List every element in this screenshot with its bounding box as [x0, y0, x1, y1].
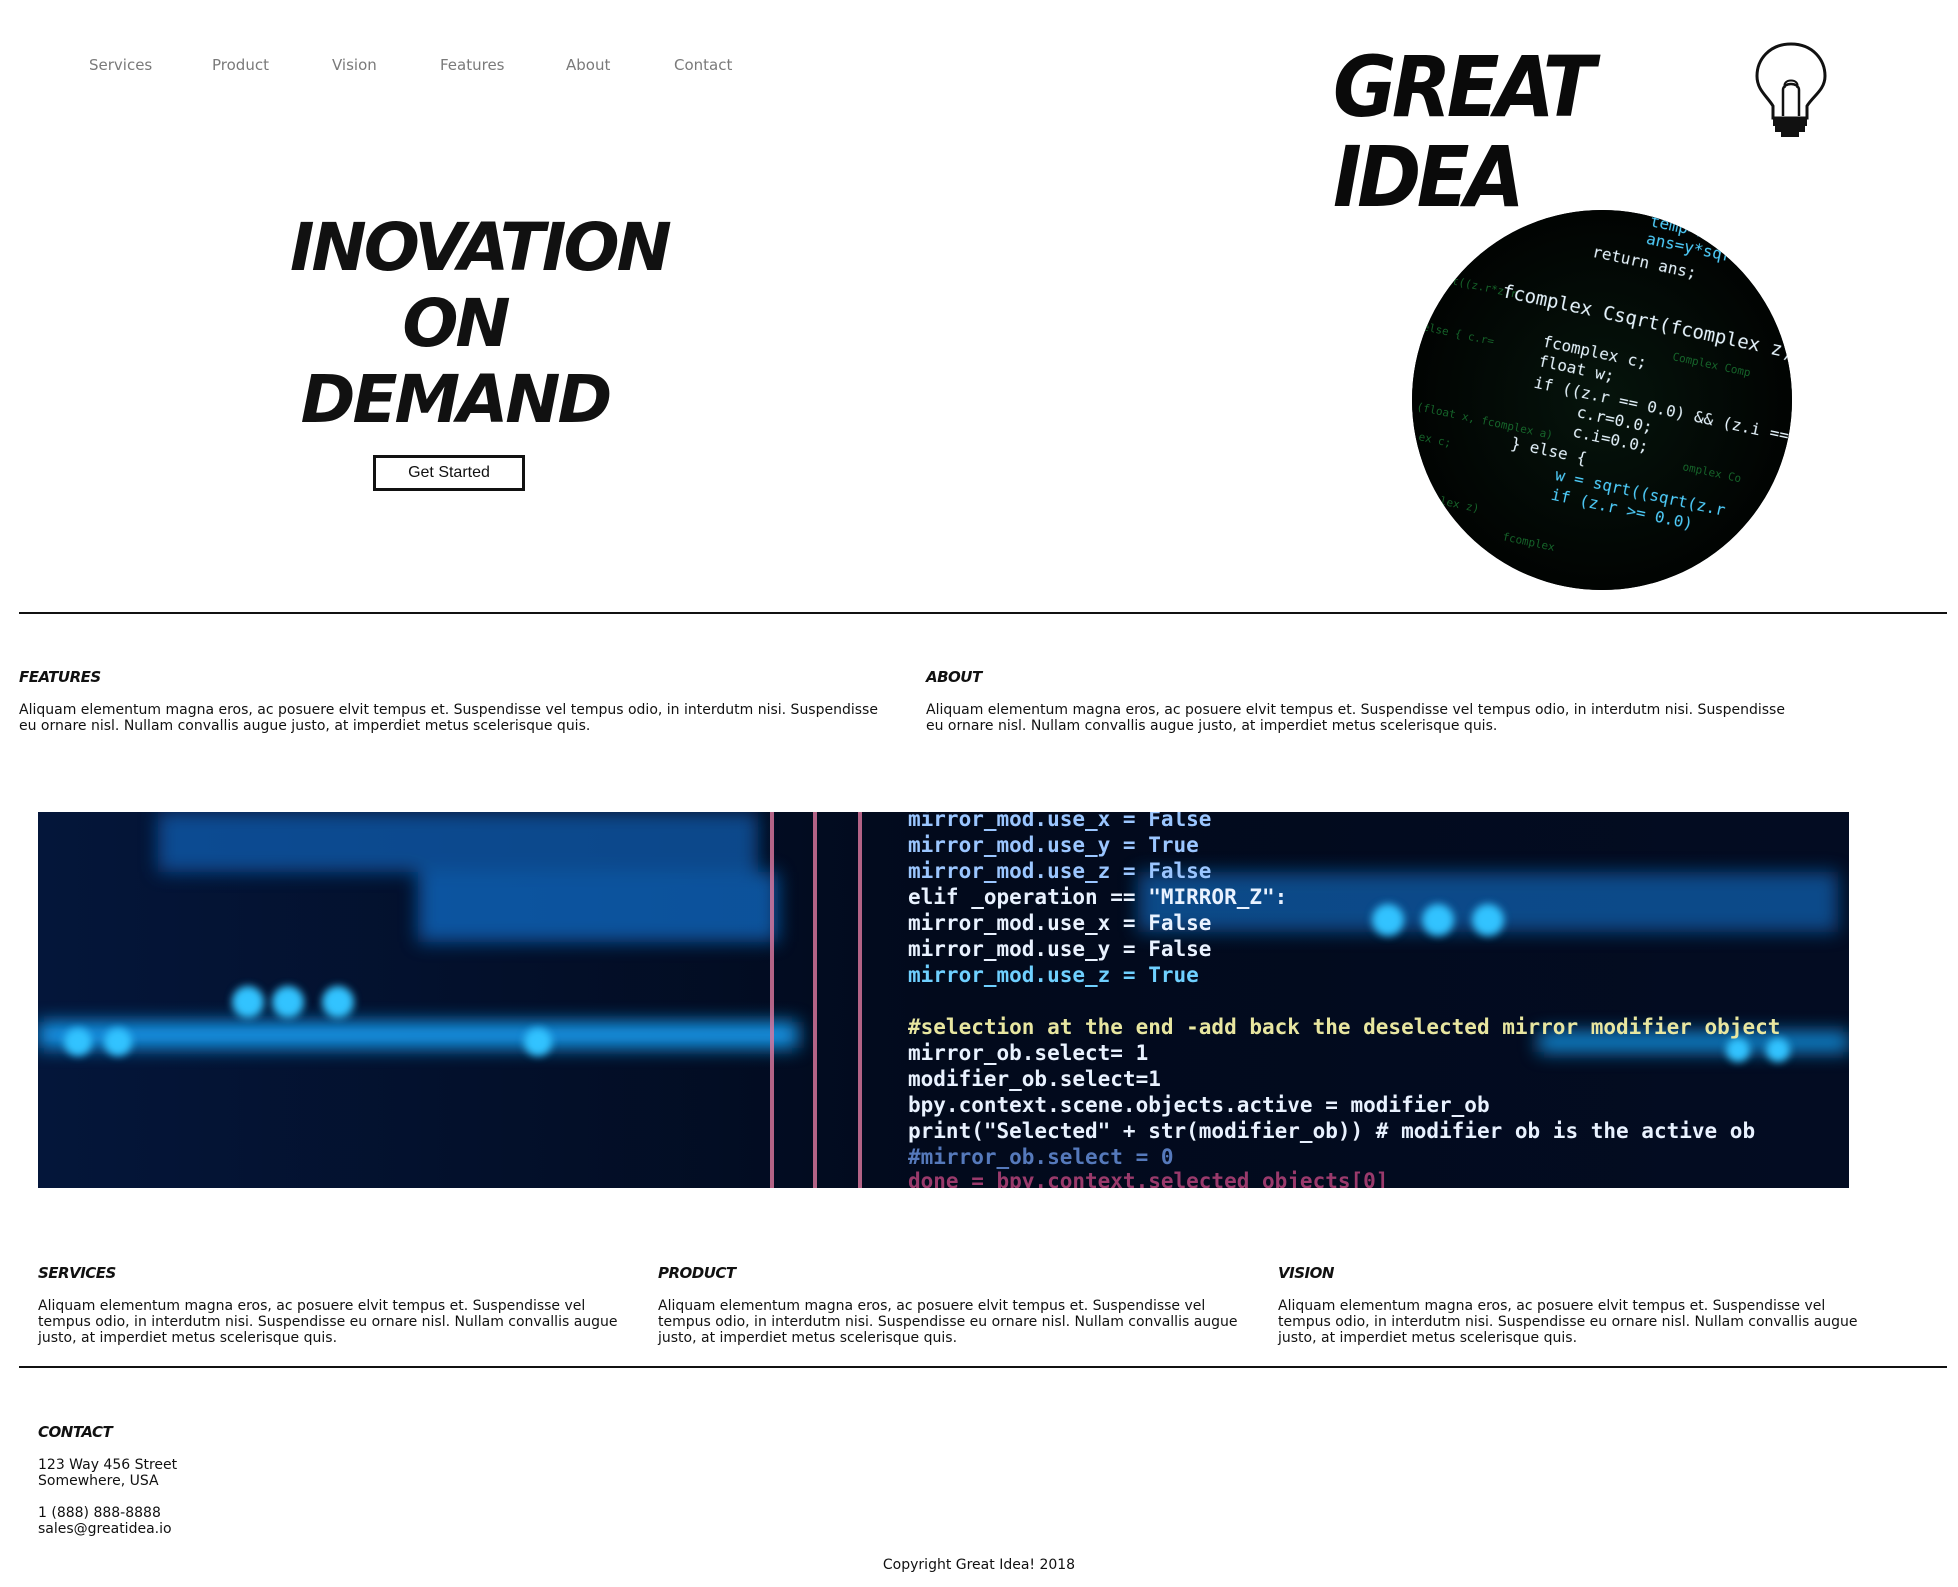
banner-code-line-1: mirror_mod.use_x = False: [908, 812, 1211, 831]
hero-code-image: sqrt((z.r*z.r else { c.r= (float x, fcom…: [1412, 210, 1792, 590]
nav-link-product[interactable]: Product: [212, 56, 269, 74]
nav-link-features[interactable]: Features: [440, 56, 505, 74]
vision-text: Aliquam elementum magna eros, ac posuere…: [1278, 1298, 1858, 1346]
banner-code-line-11: modifier_ob.select=1: [908, 1067, 1161, 1091]
lightbulb-icon: [1755, 42, 1827, 137]
banner-code-line-15: done = bpy.context.selected_objects[0]: [908, 1169, 1388, 1188]
banner-code-line-7: mirror_mod.use_z = True: [908, 963, 1199, 987]
code-banner-image: mirror_mod.use_x = False mirror_mod.use_…: [38, 812, 1849, 1188]
about-text: Aliquam elementum magna eros, ac posuere…: [926, 702, 1785, 734]
services-heading: Services: [38, 1264, 116, 1282]
contact-email[interactable]: sales@greatidea.io: [38, 1521, 172, 1537]
code-banner-graphic: mirror_mod.use_x = False mirror_mod.use_…: [38, 812, 1849, 1188]
vision-heading: Vision: [1278, 1264, 1334, 1282]
contact-phone[interactable]: 1 (888) 888-8888: [38, 1505, 161, 1521]
banner-code-line-6: mirror_mod.use_y = False: [908, 937, 1211, 961]
get-started-button[interactable]: Get Started: [373, 455, 525, 491]
product-heading: Product: [658, 1264, 736, 1282]
contact-address-line-1: 123 Way 456 Street: [38, 1457, 178, 1473]
banner-code-line-13: print("Selected" + str(modifier_ob)) # m…: [908, 1119, 1755, 1143]
nav-link-contact[interactable]: Contact: [674, 56, 732, 74]
banner-code-line-5: mirror_mod.use_x = False: [908, 911, 1211, 935]
banner-code-line-9: #selection at the end -add back the dese…: [908, 1015, 1780, 1039]
contact-address-line-2: Somewhere, USA: [38, 1473, 159, 1489]
banner-code-line-3: mirror_mod.use_z = False: [908, 859, 1211, 883]
logo[interactable]: GREAT IDEA: [1333, 42, 1827, 222]
nav-link-about[interactable]: About: [566, 56, 610, 74]
features-text: Aliquam elementum magna eros, ac posuere…: [19, 702, 878, 734]
hero-title: INOVATION ON DEMAND: [290, 209, 672, 438]
divider: [19, 1366, 1947, 1368]
logo-text: GREAT IDEA: [1333, 38, 1595, 226]
nav-link-services[interactable]: Services: [89, 56, 152, 74]
hero-title-line-3: DEMAND: [300, 361, 613, 438]
copyright: Copyright Great Idea! 2018: [882, 1557, 1076, 1573]
nav-link-vision[interactable]: Vision: [332, 56, 377, 74]
contact-heading: Contact: [38, 1423, 113, 1441]
banner-code-line-4: elif _operation == "MIRROR_Z":: [908, 885, 1287, 909]
features-heading: Features: [19, 668, 101, 686]
divider: [19, 612, 1947, 614]
hero-title-line-1: INOVATION: [290, 209, 672, 286]
banner-code-line-14: #mirror_ob.select = 0: [908, 1145, 1174, 1169]
banner-code-line-10: mirror_ob.select= 1: [908, 1041, 1148, 1065]
code-screen-graphic: sqrt((z.r*z.r else { c.r= (float x, fcom…: [1412, 210, 1792, 590]
product-text: Aliquam elementum magna eros, ac posuere…: [658, 1298, 1238, 1346]
services-text: Aliquam elementum magna eros, ac posuere…: [38, 1298, 618, 1346]
about-heading: About: [926, 668, 982, 686]
banner-code-line-2: mirror_mod.use_y = True: [908, 833, 1199, 857]
hero-title-line-2: ON: [402, 285, 510, 362]
banner-code-line-12: bpy.context.scene.objects.active = modif…: [908, 1093, 1490, 1117]
